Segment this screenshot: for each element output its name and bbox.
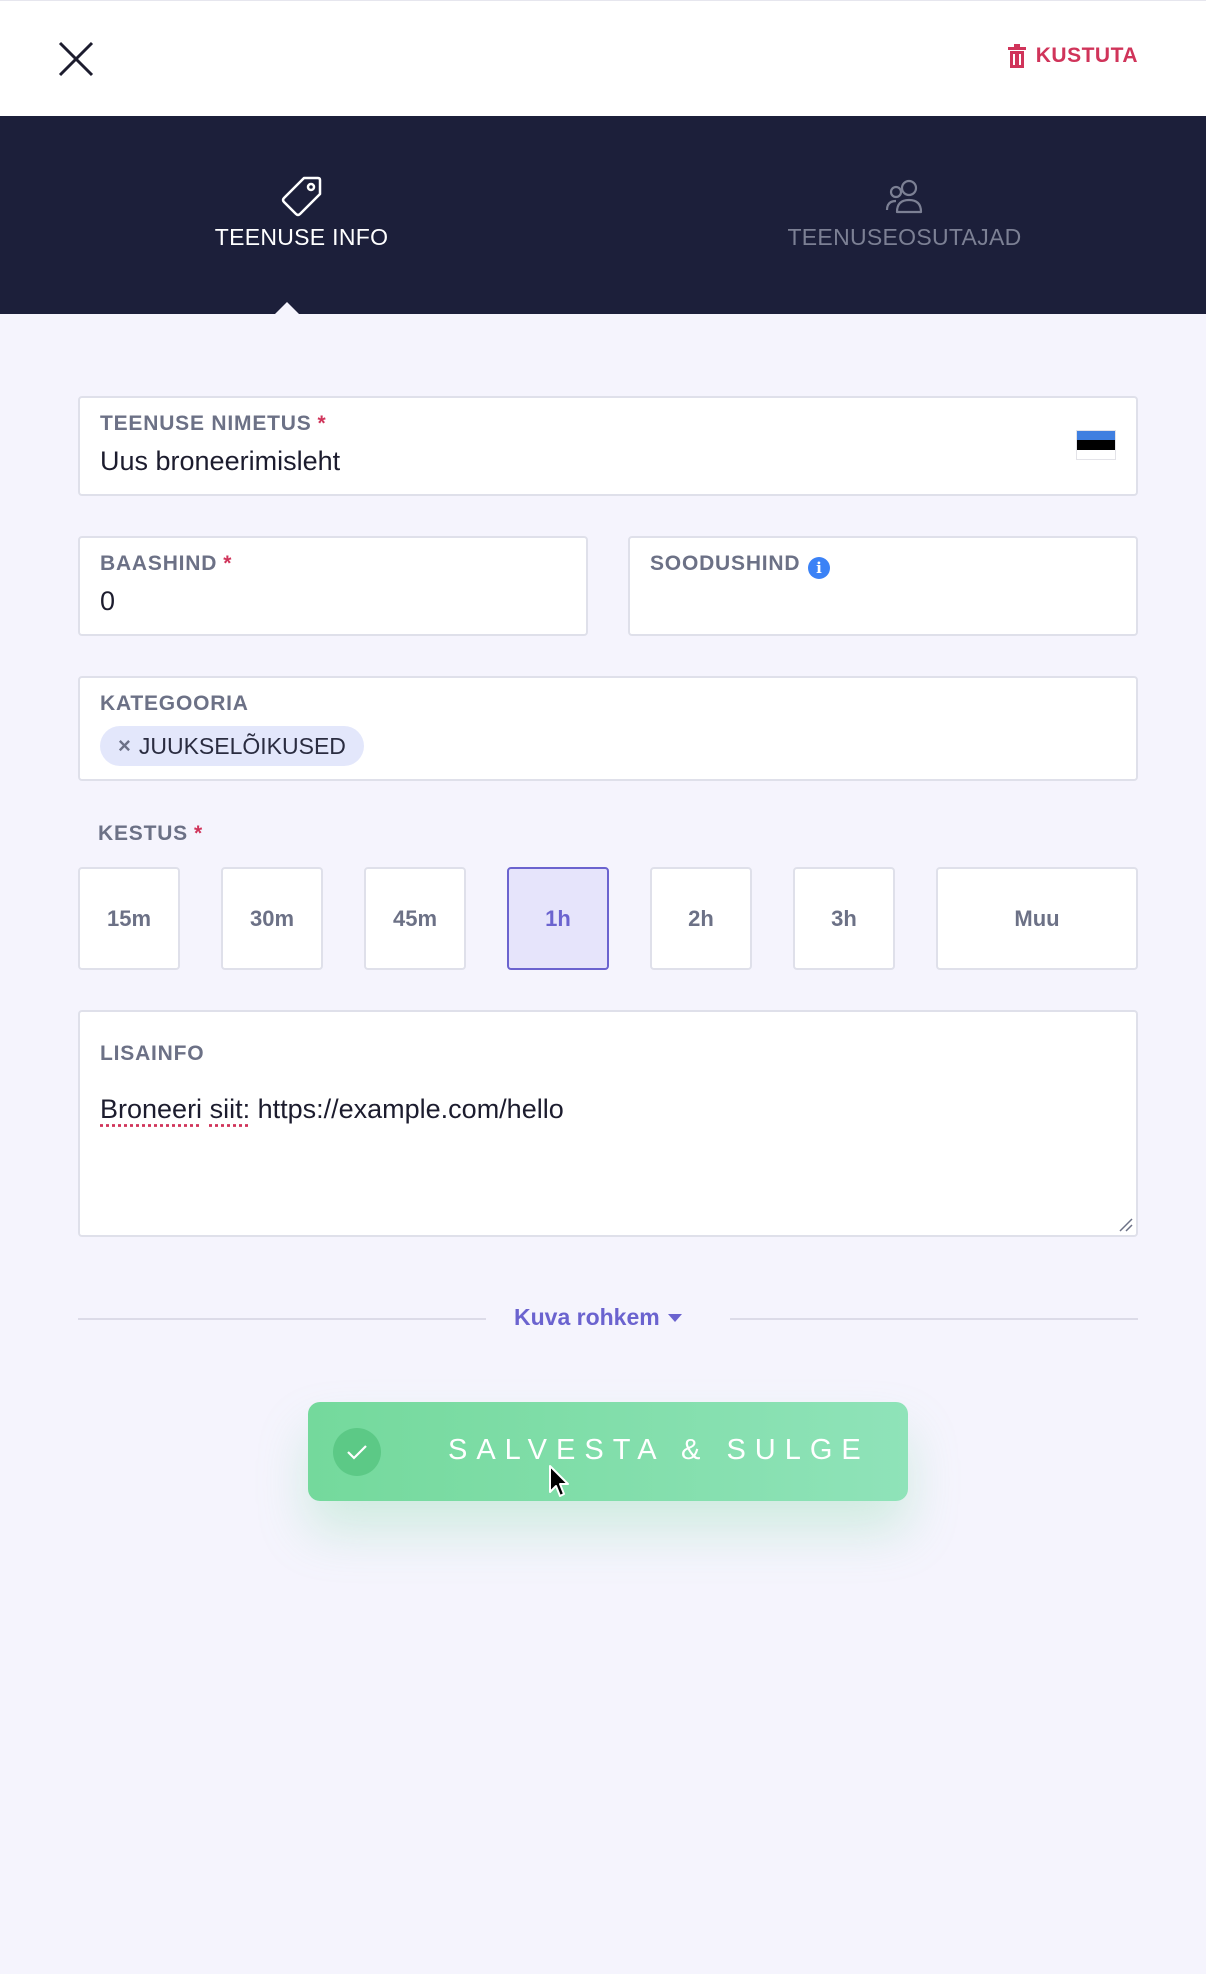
info-icon[interactable]: i — [808, 557, 831, 579]
duration-option-15m[interactable]: 15m — [78, 867, 180, 970]
extra-info-textarea[interactable]: LISAINFO Broneeri siit: https://example.… — [78, 1010, 1138, 1237]
service-name-value[interactable]: Uus broneerimisleht — [100, 446, 340, 477]
divider-left — [78, 1318, 486, 1320]
duration-option-30m[interactable]: 30m — [221, 867, 323, 970]
category-label: KATEGOORIA — [100, 692, 249, 715]
duration-label: KESTUS * — [98, 822, 203, 845]
tab-service-info-label: TEENUSE INFO — [214, 224, 389, 250]
save-and-close-button[interactable]: SALVESTA & SULGE — [308, 1402, 908, 1501]
resize-handle-icon[interactable] — [1118, 1217, 1134, 1233]
extra-info-label: LISAINFO — [100, 1042, 205, 1065]
discount-price-field[interactable]: SOODUSHIND i — [628, 536, 1138, 636]
duration-option-45m[interactable]: 45m — [364, 867, 466, 970]
delete-label: KUSTUTA — [1035, 44, 1138, 67]
tag-icon — [281, 176, 321, 217]
service-name-label: TEENUSE NIMETUS * — [100, 412, 327, 435]
base-price-value[interactable]: 0 — [100, 586, 115, 617]
category-chip-label: JUUKSELÕIKUSED — [138, 732, 346, 759]
trash-icon — [1007, 44, 1026, 68]
divider-right — [730, 1318, 1138, 1320]
base-price-label: BAASHIND * — [100, 552, 233, 575]
duration-option-3h[interactable]: 3h — [793, 867, 895, 970]
save-and-close-label: SALVESTA & SULGE — [448, 1434, 870, 1466]
base-price-field[interactable]: BAASHIND * 0 — [78, 536, 588, 636]
tab-service-info[interactable]: TEENUSE INFO — [0, 116, 603, 314]
mouse-cursor-icon — [549, 1465, 569, 1497]
duration-option-other[interactable]: Muu — [936, 867, 1138, 970]
tab-bar: TEENUSE INFO TEENUSEOSUTAJAD — [0, 116, 1206, 314]
chip-remove-icon[interactable]: × — [118, 733, 131, 759]
estonia-flag-icon[interactable] — [1076, 430, 1116, 460]
close-button[interactable] — [52, 35, 100, 83]
tab-service-providers[interactable]: TEENUSEOSUTAJAD — [603, 116, 1206, 314]
duration-option-2h[interactable]: 2h — [650, 867, 752, 970]
show-more-label: Kuva rohkem — [514, 1304, 660, 1330]
close-icon — [58, 41, 94, 77]
users-icon — [885, 179, 922, 214]
tab-service-providers-label: TEENUSEOSUTAJAD — [787, 224, 1022, 250]
active-tab-indicator — [275, 302, 299, 314]
extra-info-value[interactable]: Broneeri siit: https://example.com/hello — [100, 1094, 564, 1125]
caret-down-icon — [667, 1313, 682, 1322]
top-bar: KUSTUTA — [0, 0, 1206, 116]
duration-option-1h[interactable]: 1h — [507, 867, 609, 970]
category-field[interactable]: KATEGOORIA × JUUKSELÕIKUSED — [78, 676, 1138, 781]
check-icon — [333, 1428, 381, 1476]
delete-button[interactable]: KUSTUTA — [1007, 41, 1138, 71]
service-name-field[interactable]: TEENUSE NIMETUS * Uus broneerimisleht — [78, 396, 1138, 496]
category-chip[interactable]: × JUUKSELÕIKUSED — [100, 726, 364, 766]
show-more-link[interactable]: Kuva rohkem — [514, 1304, 682, 1331]
discount-price-label: SOODUSHIND i — [650, 552, 831, 579]
